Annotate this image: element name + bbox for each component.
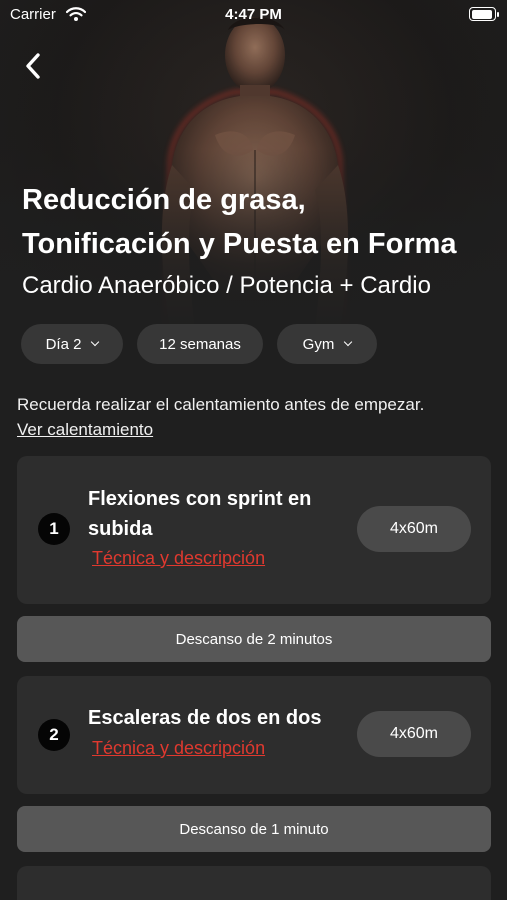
- day-selector[interactable]: Día 2: [21, 324, 123, 364]
- page-title: Reducción de grasa, Tonificación y Puest…: [22, 178, 502, 266]
- sets-badge[interactable]: 4x60m: [357, 506, 471, 552]
- exercise-name: Flexiones con sprint en subida: [88, 488, 312, 540]
- exercise-card-partial[interactable]: [17, 866, 491, 900]
- exercise-number-badge: 2: [38, 719, 70, 751]
- exercise-name: Escaleras de dos en dos: [88, 707, 322, 729]
- warmup-reminder-text: Recuerda realizar el calentamiento antes…: [17, 395, 425, 414]
- technique-link[interactable]: Técnica y descripción: [92, 548, 265, 569]
- weeks-chip-label: 12 semanas: [159, 335, 241, 353]
- exercise-number-badge: 1: [38, 513, 70, 545]
- chevron-down-icon: [91, 337, 100, 347]
- place-selector[interactable]: Gym: [277, 324, 377, 364]
- day-selector-label: Día 2: [45, 335, 82, 353]
- exercise-card[interactable]: 2 Escaleras de dos en dos Técnica y desc…: [17, 676, 491, 794]
- filter-chips: Día 2 12 semanas Gym: [21, 324, 391, 364]
- weeks-chip[interactable]: 12 semanas: [137, 324, 263, 364]
- exercise-card[interactable]: 1 Flexiones con sprint en subida Técnica…: [17, 456, 491, 604]
- chevron-down-icon: [344, 337, 353, 347]
- place-selector-label: Gym: [302, 335, 335, 353]
- back-button[interactable]: [18, 50, 48, 82]
- page-title-line-1: Reducción de grasa,: [22, 184, 306, 216]
- status-bar: Carrier 4:47 PM: [0, 0, 507, 30]
- warmup-link[interactable]: Ver calentamiento: [17, 417, 153, 443]
- rest-bar: Descanso de 2 minutos: [17, 616, 491, 662]
- rest-bar: Descanso de 1 minuto: [17, 806, 491, 852]
- clock-time: 4:47 PM: [225, 6, 282, 23]
- technique-link[interactable]: Técnica y descripción: [92, 738, 265, 759]
- page-subtitle: Cardio Anaeróbico / Potencia + Cardio: [22, 272, 431, 299]
- battery-icon: [469, 7, 499, 21]
- sets-badge[interactable]: 4x60m: [357, 711, 471, 757]
- back-chevron-icon: [26, 53, 40, 79]
- page-title-line-2: Tonificación y Puesta en Forma: [22, 228, 457, 260]
